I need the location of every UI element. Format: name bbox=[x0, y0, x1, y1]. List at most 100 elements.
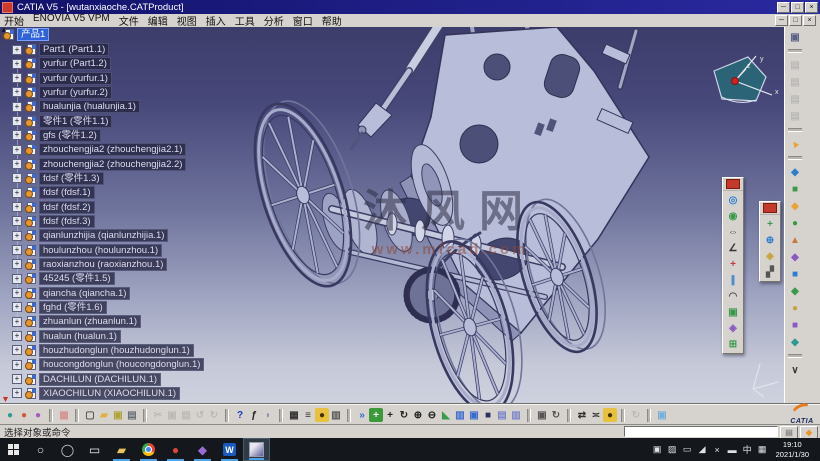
expand-icon[interactable]: + bbox=[12, 388, 22, 398]
tree-item[interactable]: +yurfur (yurfur.1) bbox=[12, 72, 112, 85]
menu-item-3[interactable]: 编辑 bbox=[148, 13, 168, 28]
replace-component-icon[interactable]: ◆ bbox=[788, 250, 802, 264]
tree-item-label[interactable]: houlunzhou (houlunzhou.1) bbox=[39, 244, 162, 257]
fly-mode-icon[interactable]: » bbox=[355, 408, 369, 422]
expand-icon[interactable]: + bbox=[12, 87, 22, 97]
tree-item-label[interactable]: fdsf (fdsf.3) bbox=[39, 215, 95, 228]
tree-item-label[interactable]: hualun (hualun.1) bbox=[39, 330, 121, 343]
new-document-icon[interactable]: ▢ bbox=[83, 408, 97, 422]
multi-instantiation-icon[interactable]: ◆ bbox=[788, 335, 802, 349]
tree-item[interactable]: + houcongdonglun (houcongdonglun.1) bbox=[12, 358, 204, 371]
tree-item[interactable]: +yurfur (Part1.2) bbox=[12, 57, 111, 70]
constraints-toolbar-handle[interactable] bbox=[723, 178, 743, 191]
compass[interactable]: y z x bbox=[698, 53, 783, 115]
doc-close-button[interactable]: × bbox=[803, 15, 816, 26]
tree-item-label[interactable]: qianlunzhijia (qianlunzhijia.1) bbox=[39, 229, 168, 242]
new-product-icon[interactable]: ■ bbox=[788, 182, 802, 196]
hide-show-icon[interactable]: ▤ bbox=[495, 408, 509, 422]
product-graph-icon[interactable]: ≡ bbox=[301, 408, 315, 422]
rotate-icon[interactable]: ↻ bbox=[397, 408, 411, 422]
menu-item-4[interactable]: 视图 bbox=[177, 13, 197, 28]
doc-restore-button[interactable]: □ bbox=[789, 15, 802, 26]
visual-studio-button[interactable]: ◆ bbox=[189, 438, 216, 461]
flexible-rigid-icon[interactable]: ▣ bbox=[726, 306, 740, 319]
menu-item-5[interactable]: 插入 bbox=[206, 13, 226, 28]
expand-icon[interactable]: + bbox=[12, 317, 22, 327]
generate-numbering-icon[interactable]: ◆ bbox=[788, 284, 802, 298]
tree-item-label[interactable]: hualunjia (hualunjia.1) bbox=[39, 100, 140, 113]
tree-item[interactable]: + hualunjia (hualunjia.1) bbox=[12, 100, 140, 113]
expand-icon[interactable]: + bbox=[12, 102, 22, 112]
expand-icon[interactable]: + bbox=[12, 245, 22, 255]
graph-tree-reordering-icon[interactable]: ■ bbox=[788, 267, 802, 281]
isometric-view-icon[interactable]: ▣ bbox=[467, 408, 481, 422]
tree-item-label[interactable]: DACHILUN (DACHILUN.1) bbox=[39, 373, 161, 386]
expand-icon[interactable]: + bbox=[12, 59, 22, 69]
3d-viewport[interactable]: 沐风网 www.mfcad.com y z x ▲ bbox=[0, 27, 784, 404]
pan-icon[interactable]: + bbox=[383, 408, 397, 422]
zoom-out-icon[interactable]: ⊖ bbox=[425, 408, 439, 422]
expand-icon[interactable]: + bbox=[12, 274, 22, 284]
tree-item[interactable]: + houlunzhou (houlunzhou.1) bbox=[12, 244, 162, 257]
window-layout-a-icon[interactable]: ▤ bbox=[788, 58, 802, 72]
expand-icon[interactable]: + bbox=[12, 188, 22, 198]
expand-icon[interactable]: + bbox=[12, 116, 22, 126]
tree-item-label[interactable]: yurfur (yurfur.2) bbox=[39, 86, 112, 99]
tree-item[interactable]: +gfs (零件1.2) bbox=[12, 129, 101, 142]
reuse-pattern-icon[interactable]: ⊞ bbox=[726, 338, 740, 351]
tray-battery-icon[interactable]: ▭ bbox=[680, 443, 695, 456]
tree-item[interactable]: +fghd (零件1.6) bbox=[12, 301, 107, 314]
tree-item-label[interactable]: houzhudonglun (houzhudonglun.1) bbox=[39, 344, 194, 357]
tree-item-label[interactable]: houcongdonglun (houcongdonglun.1) bbox=[39, 358, 204, 371]
new-component-icon[interactable]: ◆ bbox=[788, 165, 802, 179]
manipulation-icon[interactable]: + bbox=[763, 218, 777, 231]
window-layout-d-icon[interactable]: ▤ bbox=[788, 109, 802, 123]
coincidence-constraint-icon[interactable]: ◎ bbox=[726, 194, 740, 207]
menu-item-1[interactable]: ENOVIA V5 VPM bbox=[33, 13, 110, 28]
tree-item[interactable]: +XIAOCHILUN (XIAOCHILUN.1) bbox=[12, 387, 180, 400]
menu-item-0[interactable]: 开始 bbox=[4, 13, 24, 28]
tree-item[interactable]: +45245 (零件1.5) bbox=[12, 272, 115, 285]
tree-root-label[interactable]: 产品1 bbox=[17, 28, 49, 41]
toolbar-overflow-icon[interactable]: ∨ bbox=[788, 363, 802, 377]
tree-item-label[interactable]: qiancha (qiancha.1) bbox=[39, 287, 130, 300]
tree-item[interactable]: + hualun (hualun.1) bbox=[12, 330, 121, 343]
enovia-db-icon[interactable]: ● bbox=[31, 408, 45, 422]
enovia-sites-icon[interactable]: ● bbox=[17, 408, 31, 422]
expand-icon[interactable]: + bbox=[12, 202, 22, 212]
tray-ime-icon[interactable]: 中 bbox=[740, 443, 755, 456]
expand-icon[interactable]: + bbox=[12, 360, 22, 370]
comment-note-icon[interactable]: ◗ bbox=[261, 408, 275, 422]
tree-item[interactable]: + raoxianzhou (raoxianzhou.1) bbox=[12, 258, 167, 271]
change-constraint-icon[interactable]: ◈ bbox=[726, 322, 740, 335]
tree-item[interactable]: +零件1 (零件1.1) bbox=[12, 115, 112, 128]
print-document-icon[interactable]: ▤ bbox=[125, 408, 139, 422]
open-document-icon[interactable]: ▰ bbox=[97, 408, 111, 422]
tree-root-item[interactable]: 产品1 bbox=[3, 28, 49, 41]
whats-this-help-icon[interactable]: ? bbox=[233, 408, 247, 422]
expand-icon[interactable]: + bbox=[12, 374, 22, 384]
music-app-button[interactable]: ● bbox=[162, 438, 189, 461]
menu-item-7[interactable]: 分析 bbox=[264, 13, 284, 28]
catalog-browser-icon[interactable]: ▦ bbox=[57, 408, 71, 422]
cortana-button[interactable]: ◯ bbox=[54, 438, 81, 461]
multi-view-icon[interactable]: ▥ bbox=[453, 408, 467, 422]
redo-icon[interactable]: ↻ bbox=[207, 408, 221, 422]
tree-item-label[interactable]: fdsf (fdsf.2) bbox=[39, 201, 95, 214]
swap-visible-space-icon[interactable]: ▥ bbox=[509, 408, 523, 422]
existing-with-positioning-icon[interactable]: ▲ bbox=[788, 233, 802, 247]
tree-scroll-down-icon[interactable]: ▼ bbox=[1, 394, 10, 404]
zoom-in-icon[interactable]: ⊕ bbox=[411, 408, 425, 422]
expand-icon[interactable]: + bbox=[12, 130, 22, 140]
move-toolbar-handle[interactable] bbox=[760, 202, 780, 215]
save-document-icon[interactable]: ▣ bbox=[111, 408, 125, 422]
existing-component-icon[interactable]: ● bbox=[788, 216, 802, 230]
smart-move-icon[interactable]: ◈ bbox=[763, 250, 777, 263]
menu-item-8[interactable]: 窗口 bbox=[293, 13, 313, 28]
tree-item-label[interactable]: raoxianzhou (raoxianzhou.1) bbox=[39, 258, 167, 271]
tree-item[interactable]: +qiancha (qiancha.1) bbox=[12, 287, 130, 300]
menu-item-2[interactable]: 文件 bbox=[119, 13, 139, 28]
expand-icon[interactable]: + bbox=[12, 331, 22, 341]
render-style-icon[interactable]: ■ bbox=[481, 408, 495, 422]
expand-icon[interactable]: + bbox=[12, 259, 22, 269]
